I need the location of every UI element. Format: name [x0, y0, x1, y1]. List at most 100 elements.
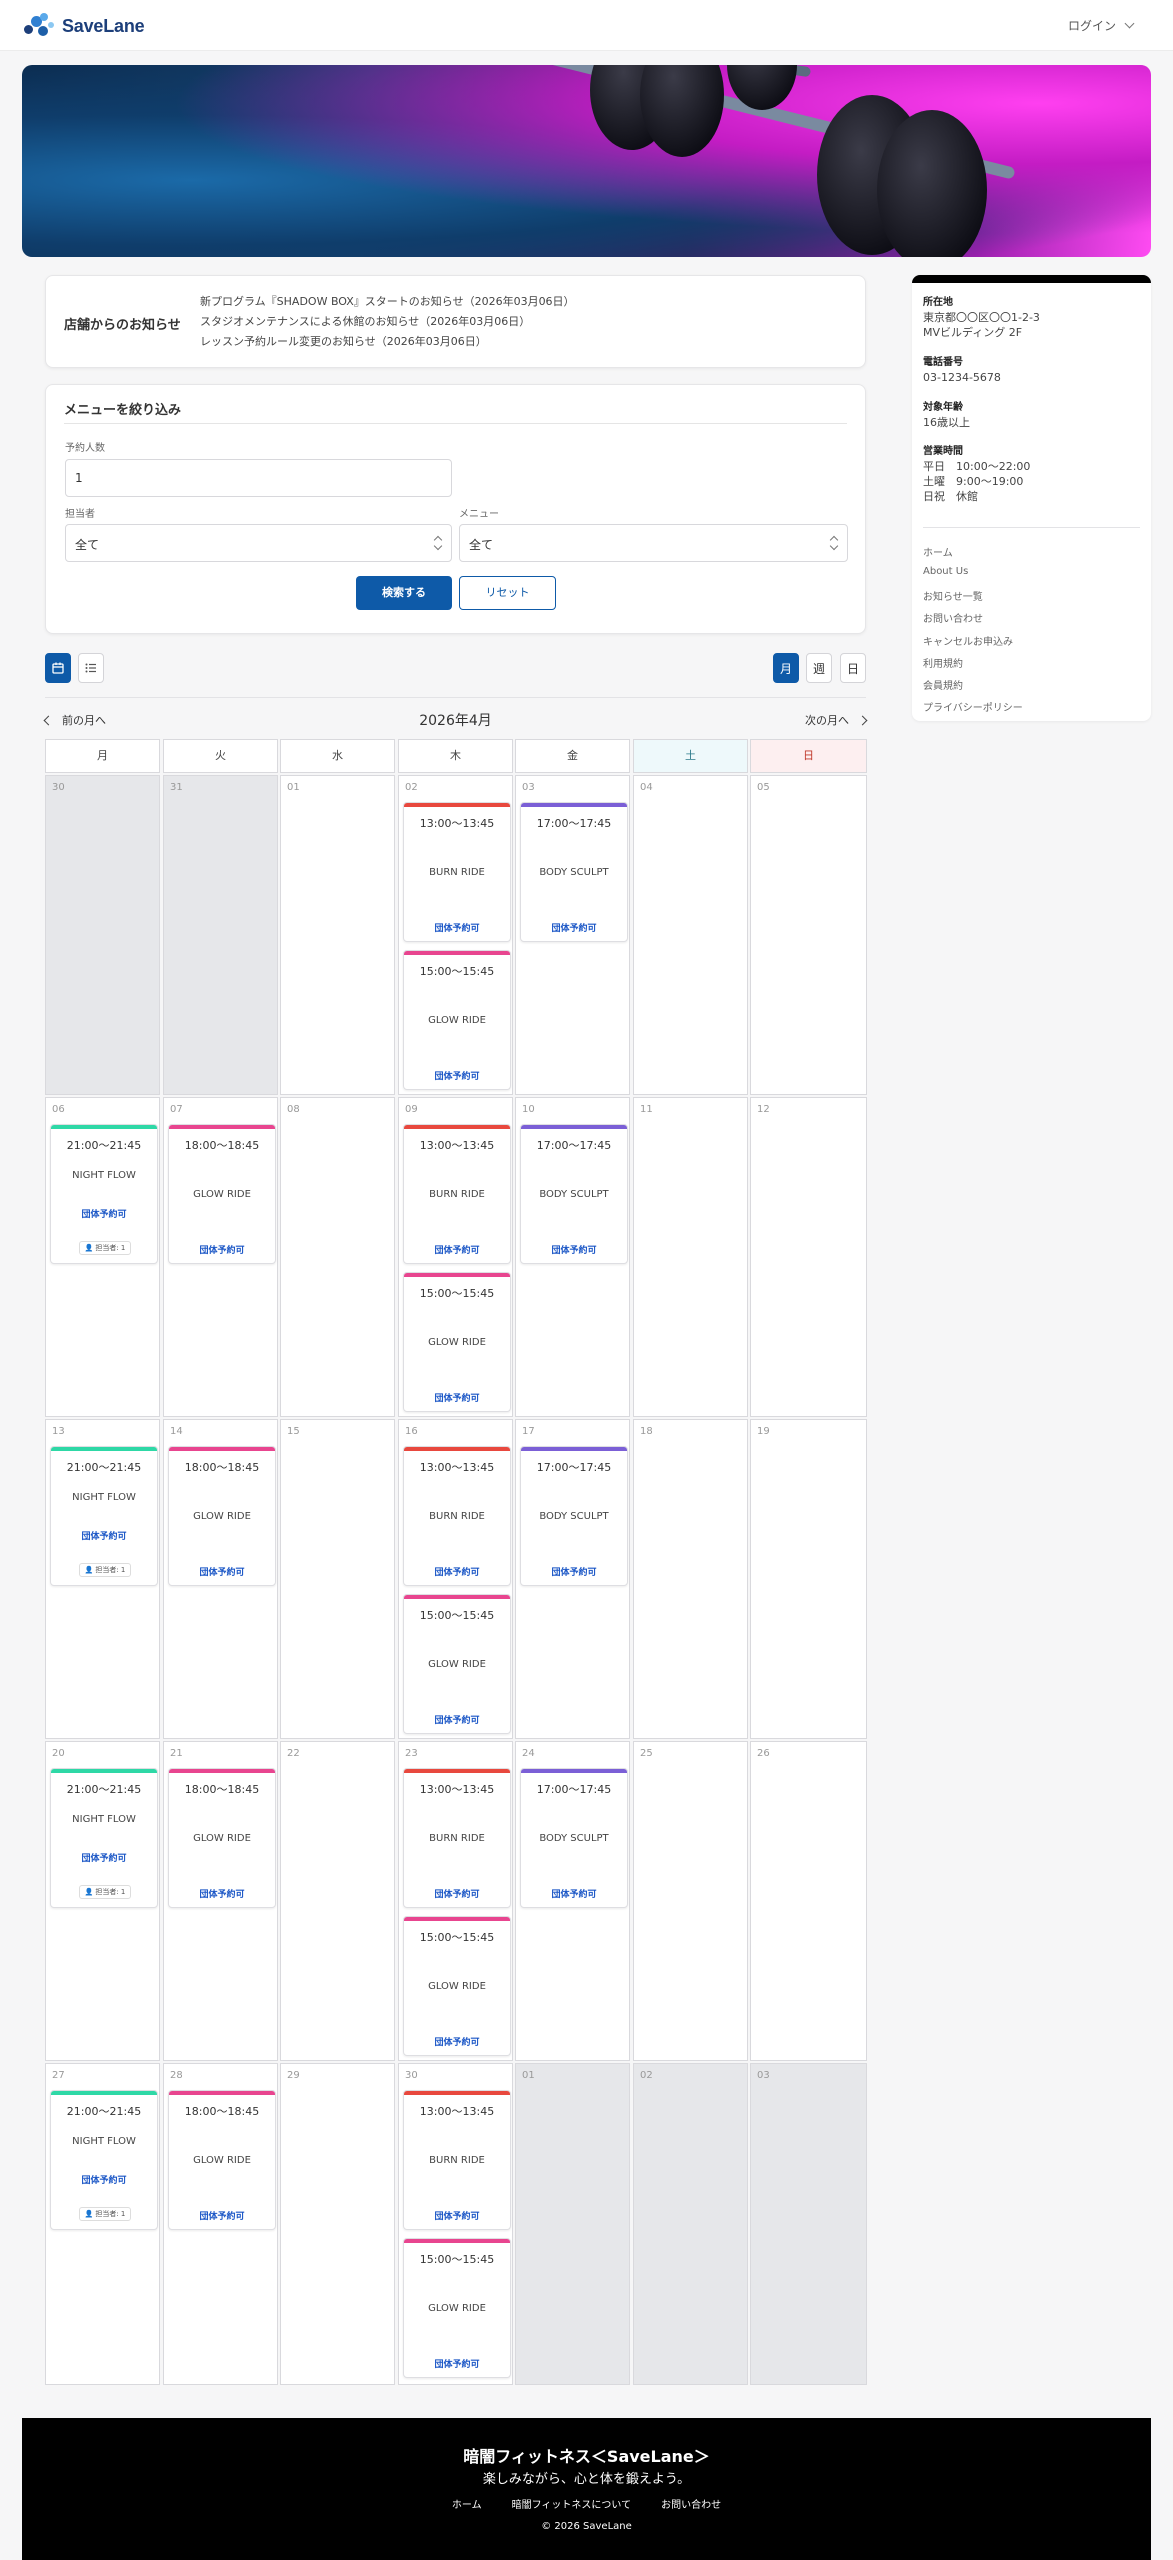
footer-link-contact[interactable]: お問い合わせ	[661, 2496, 721, 2511]
lesson-name: NIGHT FLOW	[72, 1492, 136, 1503]
calendar-day-cell[interactable]: 21 18:00〜18:45 GLOW RIDE 団体予約可	[163, 1741, 278, 2061]
lesson-card[interactable]: 13:00〜13:45 BURN RIDE 団体予約可	[403, 1124, 511, 1264]
calendar-day-cell[interactable]: 02 13:00〜13:45 BURN RIDE 団体予約可 15:00〜15:45 GL…	[398, 775, 513, 1095]
calendar-day-cell[interactable]: 27 21:00〜21:45 NIGHT FLOW 団体予約可 👤 担当者: 1	[45, 2063, 160, 2385]
calendar-day-cell[interactable]: 19	[750, 1419, 867, 1739]
sidebar-link-news[interactable]: お知らせ一覧	[923, 588, 983, 603]
lesson-card[interactable]: 15:00〜15:45 GLOW RIDE 団体予約可	[403, 1594, 511, 1734]
lesson-card[interactable]: 13:00〜13:45 BURN RIDE 団体予約可	[403, 802, 511, 942]
lesson-color-bar	[51, 1125, 157, 1129]
lesson-card[interactable]: 18:00〜18:45 GLOW RIDE 団体予約可	[168, 2090, 276, 2230]
lesson-card[interactable]: 13:00〜13:45 BURN RIDE 団体予約可	[403, 1446, 511, 1586]
calendar-day-cell[interactable]: 29	[280, 2063, 395, 2385]
search-button[interactable]: 検索する	[356, 576, 452, 610]
lesson-card[interactable]: 21:00〜21:45 NIGHT FLOW 団体予約可 👤 担当者: 1	[50, 1124, 158, 1264]
calendar-day-cell[interactable]: 08	[280, 1097, 395, 1417]
user-icon: 👤	[84, 1566, 94, 1574]
calendar-view-button[interactable]	[45, 653, 71, 683]
lesson-card[interactable]: 17:00〜17:45 BODY SCULPT 団体予約可	[520, 1124, 628, 1264]
lesson-color-bar	[51, 1769, 157, 1773]
day-number: 26	[757, 1748, 770, 1759]
calendar-day-cell[interactable]: 20 21:00〜21:45 NIGHT FLOW 団体予約可 👤 担当者: 1	[45, 1741, 160, 2061]
month-view-button[interactable]: 月	[773, 653, 799, 683]
lesson-card[interactable]: 17:00〜17:45 BODY SCULPT 団体予約可	[520, 1768, 628, 1908]
calendar-day-cell[interactable]: 15	[280, 1419, 395, 1739]
lesson-card[interactable]: 21:00〜21:45 NIGHT FLOW 団体予約可 👤 担当者: 1	[50, 2090, 158, 2230]
day-number: 13	[52, 1426, 65, 1437]
lesson-card[interactable]: 17:00〜17:45 BODY SCULPT 団体予約可	[520, 1446, 628, 1586]
calendar-day-cell[interactable]: 05	[750, 775, 867, 1095]
calendar-day-cell[interactable]: 18	[633, 1419, 748, 1739]
calendar-day-cell[interactable]: 22	[280, 1741, 395, 2061]
list-icon	[85, 663, 96, 673]
lesson-time: 18:00〜18:45	[184, 1783, 260, 1796]
calendar-day-cell[interactable]: 04	[633, 775, 748, 1095]
calendar-day-cell[interactable]: 11	[633, 1097, 748, 1417]
brand-logo[interactable]: SaveLane	[24, 12, 145, 40]
previous-month-button[interactable]: 前の月へ	[43, 712, 106, 728]
login-menu[interactable]: ログイン	[1068, 17, 1135, 34]
people-count-input[interactable]: 1	[65, 459, 452, 497]
calendar-day-cell[interactable]: 09 13:00〜13:45 BURN RIDE 団体予約可 15:00〜15:45 GL…	[398, 1097, 513, 1417]
calendar-day-cell[interactable]: 25	[633, 1741, 748, 2061]
calendar-day-cell[interactable]: 10 17:00〜17:45 BODY SCULPT 団体予約可	[515, 1097, 630, 1417]
calendar-day-cell[interactable]: 06 21:00〜21:45 NIGHT FLOW 団体予約可 👤 担当者: 1	[45, 1097, 160, 1417]
previous-month-label: 前の月へ	[62, 714, 106, 727]
top-navigation-bar: SaveLane ログイン	[0, 0, 1173, 51]
sidebar-link-contact[interactable]: お問い合わせ	[923, 610, 983, 625]
lesson-card[interactable]: 21:00〜21:45 NIGHT FLOW 団体予約可 👤 担当者: 1	[50, 1768, 158, 1908]
calendar-day-cell[interactable]: 01	[515, 2063, 630, 2385]
divider	[45, 697, 866, 698]
calendar-day-cell[interactable]: 26	[750, 1741, 867, 2061]
lesson-card[interactable]: 17:00〜17:45 BODY SCULPT 団体予約可	[520, 802, 628, 942]
reset-button[interactable]: リセット	[459, 576, 556, 610]
lesson-card[interactable]: 13:00〜13:45 BURN RIDE 団体予約可	[403, 2090, 511, 2230]
list-view-button[interactable]	[78, 653, 104, 683]
lesson-card[interactable]: 18:00〜18:45 GLOW RIDE 団体予約可	[168, 1124, 276, 1264]
lesson-card[interactable]: 21:00〜21:45 NIGHT FLOW 団体予約可 👤 担当者: 1	[50, 1446, 158, 1586]
calendar-day-cell[interactable]: 17 17:00〜17:45 BODY SCULPT 団体予約可	[515, 1419, 630, 1739]
calendar-day-cell[interactable]: 03	[750, 2063, 867, 2385]
sidebar-link-home[interactable]: ホーム	[923, 544, 953, 559]
calendar-day-cell[interactable]: 24 17:00〜17:45 BODY SCULPT 団体予約可	[515, 1741, 630, 2061]
calendar-day-cell[interactable]: 30 13:00〜13:45 BURN RIDE 団体予約可 15:00〜15:45 GL…	[398, 2063, 513, 2385]
week-view-button[interactable]: 週	[806, 653, 832, 683]
notice-item[interactable]: レッスン予約ルール変更のお知らせ（2026年03月06日）	[200, 332, 575, 352]
calendar-day-cell[interactable]: 28 18:00〜18:45 GLOW RIDE 団体予約可	[163, 2063, 278, 2385]
calendar-day-cell[interactable]: 13 21:00〜21:45 NIGHT FLOW 団体予約可 👤 担当者: 1	[45, 1419, 160, 1739]
notice-item[interactable]: 新プログラム『SHADOW BOX』スタートのお知らせ（2026年03月06日）	[200, 292, 575, 312]
sidebar-link-privacy[interactable]: プライバシーポリシー	[923, 699, 1023, 714]
lesson-card[interactable]: 15:00〜15:45 GLOW RIDE 団体予約可	[403, 950, 511, 1090]
lesson-card[interactable]: 15:00〜15:45 GLOW RIDE 団体予約可	[403, 1272, 511, 1412]
lesson-card[interactable]: 18:00〜18:45 GLOW RIDE 団体予約可	[168, 1446, 276, 1586]
calendar-day-cell[interactable]: 16 13:00〜13:45 BURN RIDE 団体予約可 15:00〜15:45 GL…	[398, 1419, 513, 1739]
calendar-day-cell[interactable]: 12	[750, 1097, 867, 1417]
lesson-time: 17:00〜17:45	[536, 1783, 612, 1796]
sidebar-link-member-terms[interactable]: 会員規約	[923, 677, 963, 692]
calendar-day-cell[interactable]: 14 18:00〜18:45 GLOW RIDE 団体予約可	[163, 1419, 278, 1739]
calendar-day-cell[interactable]: 31	[163, 775, 278, 1095]
menu-select[interactable]: 全て	[459, 524, 848, 562]
calendar-day-cell[interactable]: 03 17:00〜17:45 BODY SCULPT 団体予約可	[515, 775, 630, 1095]
calendar-day-cell[interactable]: 02	[633, 2063, 748, 2385]
footer-link-home[interactable]: ホーム	[452, 2496, 482, 2511]
calendar-day-cell[interactable]: 01	[280, 775, 395, 1095]
group-booking-badge: 団体予約可	[81, 1854, 127, 1864]
calendar-day-cell[interactable]: 23 13:00〜13:45 BURN RIDE 団体予約可 15:00〜15:45 GL…	[398, 1741, 513, 2061]
staff-select[interactable]: 全て	[65, 524, 452, 562]
sidebar-link-terms[interactable]: 利用規約	[923, 655, 963, 670]
footer-link-about[interactable]: 暗闇フィットネスについて	[512, 2496, 632, 2511]
hero-banner-image	[22, 65, 1151, 257]
next-month-button[interactable]: 次の月へ	[805, 712, 868, 728]
sidebar-link-about[interactable]: About Us	[923, 566, 968, 577]
notice-item[interactable]: スタジオメンテナンスによる休館のお知らせ（2026年03月06日）	[200, 312, 575, 332]
day-view-button[interactable]: 日	[840, 653, 866, 683]
group-booking-badge: 団体予約可	[434, 1394, 480, 1404]
lesson-card[interactable]: 13:00〜13:45 BURN RIDE 団体予約可	[403, 1768, 511, 1908]
lesson-card[interactable]: 15:00〜15:45 GLOW RIDE 団体予約可	[403, 1916, 511, 2056]
lesson-card[interactable]: 15:00〜15:45 GLOW RIDE 団体予約可	[403, 2238, 511, 2378]
lesson-card[interactable]: 18:00〜18:45 GLOW RIDE 団体予約可	[168, 1768, 276, 1908]
calendar-day-cell[interactable]: 30	[45, 775, 160, 1095]
calendar-day-cell[interactable]: 07 18:00〜18:45 GLOW RIDE 団体予約可	[163, 1097, 278, 1417]
sidebar-link-cancel[interactable]: キャンセルお申込み	[923, 633, 1013, 648]
